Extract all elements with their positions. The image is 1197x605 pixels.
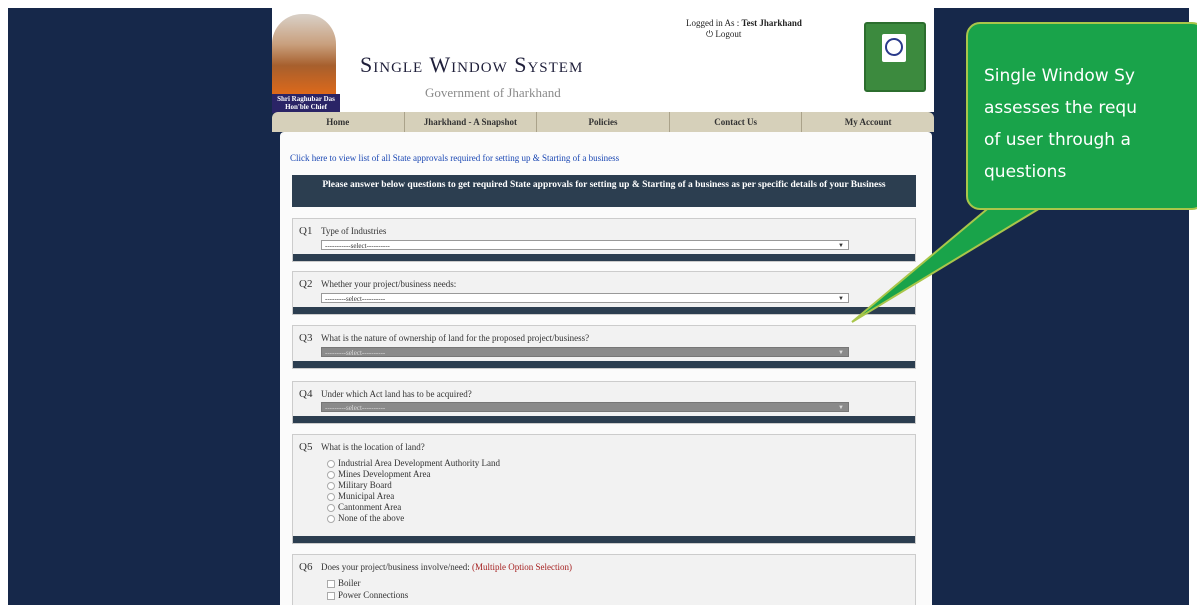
callout-text: Single Window Sy assesses the requ of us…: [984, 66, 1137, 182]
